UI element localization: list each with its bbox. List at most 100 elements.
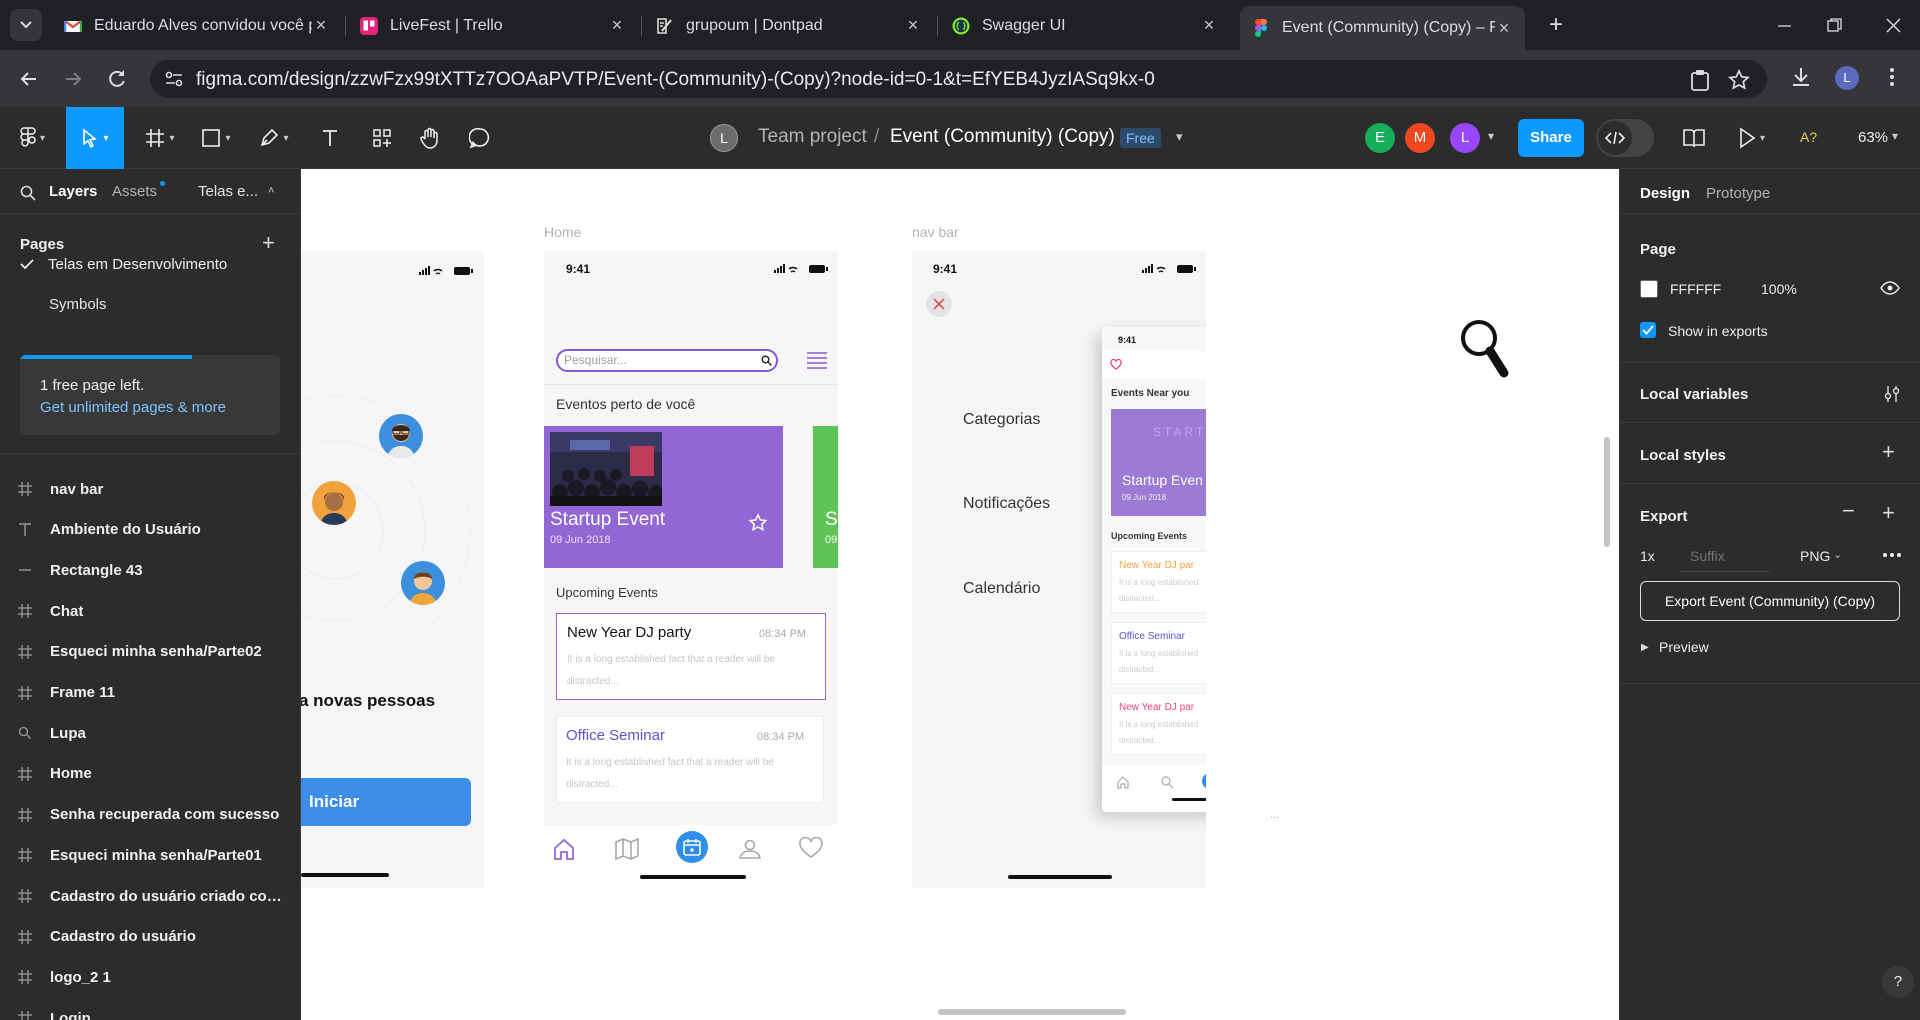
browser-tab-dontpad[interactable]: grupoum | Dontpad × [644, 9, 934, 42]
shape-tool-button[interactable]: ▾ [194, 107, 238, 169]
home-frame[interactable]: 9:41 Pesquisar... Eventos perto de você … [544, 251, 838, 888]
add-style-button[interactable]: + [1882, 439, 1895, 465]
more-horizontal-icon[interactable] [1882, 552, 1902, 558]
page-color-value[interactable]: FFFFFF [1670, 281, 1721, 297]
layer-item[interactable]: Chat [0, 591, 300, 631]
team-avatar[interactable]: L [710, 124, 738, 152]
reload-button[interactable] [102, 64, 132, 94]
onboarding-frame[interactable]: a novas pessoas Iniciar [301, 251, 484, 888]
restore-button[interactable] [1814, 16, 1854, 36]
layer-item[interactable]: Rectangle 43 [0, 550, 300, 590]
layer-item[interactable]: Home [0, 754, 300, 794]
star-icon[interactable] [748, 513, 768, 533]
design-canvas[interactable]: a novas pessoas Iniciar Home 9:41 Pesqui… [301, 169, 1619, 1020]
design-tab[interactable]: Design [1640, 185, 1690, 202]
search-field[interactable]: Pesquisar... [556, 349, 778, 372]
menu-item-categorias[interactable]: Categorias [963, 411, 1040, 429]
magnifier-icon[interactable] [1459, 318, 1511, 380]
layer-item[interactable]: Esqueci minha senha/Parte02 [0, 632, 300, 672]
profile-avatar[interactable]: L [1835, 66, 1859, 90]
map-icon[interactable] [614, 837, 640, 861]
frame-label-navbar[interactable]: nav bar [912, 224, 959, 240]
help-button[interactable]: ? [1882, 966, 1914, 998]
url-bar[interactable]: figma.com/design/zzwFzx99tXTTz7OOAaPVTP/… [150, 60, 1767, 98]
remove-export-button[interactable]: − [1842, 498, 1855, 524]
text-tool-button[interactable] [310, 107, 350, 169]
menu-item-notificacoes[interactable]: Notificações [963, 495, 1050, 513]
close-icon[interactable]: × [312, 15, 330, 36]
export-button[interactable]: Export Event (Community) (Copy) [1640, 581, 1900, 621]
team-name[interactable]: Team project [758, 126, 867, 148]
browser-tab-figma[interactable]: Event (Community) (Copy) – Fig × [1240, 6, 1525, 50]
variables-settings-icon[interactable] [1884, 385, 1900, 403]
close-icon[interactable]: × [608, 15, 626, 36]
vertical-scrollbar[interactable] [1604, 437, 1610, 547]
preview-label[interactable]: Preview [1659, 639, 1709, 655]
export-scale[interactable]: 1x [1640, 548, 1655, 564]
browser-tab-swagger[interactable]: Swagger UI × [940, 9, 1230, 42]
file-name[interactable]: Event (Community) (Copy) [890, 126, 1115, 148]
file-menu-chevron[interactable]: ▾ [1176, 129, 1183, 145]
dev-mode-toggle[interactable] [1596, 119, 1654, 157]
browser-tab-gmail[interactable]: Eduardo Alves convidou você p × [52, 9, 342, 42]
search-icon[interactable] [20, 185, 36, 201]
download-button[interactable] [1790, 66, 1812, 88]
layer-item[interactable]: Login [0, 998, 300, 1020]
present-button[interactable]: ▾ [1738, 127, 1765, 149]
close-icon[interactable]: × [904, 15, 922, 36]
missing-fonts-indicator[interactable]: A? [1800, 129, 1817, 145]
export-format[interactable]: PNG [1800, 548, 1830, 564]
page-item-symbols[interactable]: Symbols [0, 284, 300, 324]
collaborator-avatar-l[interactable]: L [1450, 123, 1480, 153]
iniciar-button[interactable]: Iniciar [301, 778, 471, 826]
forward-button[interactable] [58, 64, 88, 94]
browser-tab-trello[interactable]: LiveFest | Trello × [348, 9, 638, 42]
frame-label-home[interactable]: Home [544, 224, 581, 240]
hand-tool-button[interactable] [410, 107, 450, 169]
back-button[interactable] [14, 64, 44, 94]
chevron-up-icon[interactable]: ˄ [268, 185, 274, 197]
close-icon[interactable]: × [1495, 18, 1513, 39]
zoom-chevron[interactable]: ▾ [1892, 129, 1898, 143]
star-icon[interactable] [1728, 69, 1750, 91]
resources-tool-button[interactable] [362, 107, 402, 169]
layer-item[interactable]: nav bar [0, 469, 300, 509]
new-tab-button[interactable]: + [1542, 12, 1570, 40]
page-color-swatch[interactable] [1640, 280, 1658, 298]
page-opacity-value[interactable]: 100% [1761, 281, 1797, 297]
collaborator-avatar-e[interactable]: E [1365, 123, 1395, 153]
window-close-button[interactable] [1874, 14, 1914, 38]
add-export-button[interactable]: + [1882, 500, 1895, 526]
layer-item[interactable]: Lupa [0, 713, 300, 753]
minimize-button[interactable] [1764, 16, 1804, 36]
share-button[interactable]: Share [1518, 119, 1584, 157]
collaborator-avatar-m[interactable]: M [1405, 123, 1435, 153]
event-card[interactable]: Startup Event 09 Jun 2018 [544, 426, 783, 568]
event-card-2[interactable]: S 09 [813, 426, 838, 568]
frame-tool-button[interactable]: ▾ [138, 107, 182, 169]
upcoming-event-item[interactable]: New Year DJ party 08:34 PM It is a long … [556, 613, 826, 700]
navbar-frame[interactable]: 9:41 Categorias Notificações Calendário … [912, 251, 1206, 888]
show-in-exports-checkbox[interactable] [1640, 322, 1656, 338]
main-menu-button[interactable]: ▾ [10, 107, 55, 169]
menu-item-calendario[interactable]: Calendário [963, 580, 1040, 598]
eye-icon[interactable] [1880, 281, 1900, 295]
layer-item[interactable]: Ambiente do Usuário [0, 510, 300, 550]
home-icon[interactable] [552, 837, 576, 861]
calendar-tab-button[interactable] [676, 831, 708, 863]
preview-toggle-arrow[interactable]: ▶ [1641, 642, 1649, 653]
upgrade-link[interactable]: Get unlimited pages & more [40, 399, 226, 416]
horizontal-scrollbar[interactable] [938, 1009, 1126, 1015]
layers-tab[interactable]: Layers [49, 183, 97, 200]
export-suffix-input[interactable] [1680, 540, 1770, 572]
tab-search-button[interactable] [10, 9, 42, 41]
prototype-tab[interactable]: Prototype [1706, 185, 1770, 202]
page-item-telas[interactable]: Telas em Desenvolvimento [0, 244, 300, 284]
zoom-level[interactable]: 63% [1858, 129, 1888, 146]
layer-item[interactable]: logo_2 1 [0, 957, 300, 997]
layer-item[interactable]: Cadastro do usuário criado com s... [0, 876, 300, 916]
move-tool-button[interactable]: ▾ [66, 107, 124, 169]
profile-icon[interactable] [738, 839, 762, 859]
browser-menu-button[interactable] [1888, 66, 1896, 88]
comment-tool-button[interactable] [460, 107, 500, 169]
